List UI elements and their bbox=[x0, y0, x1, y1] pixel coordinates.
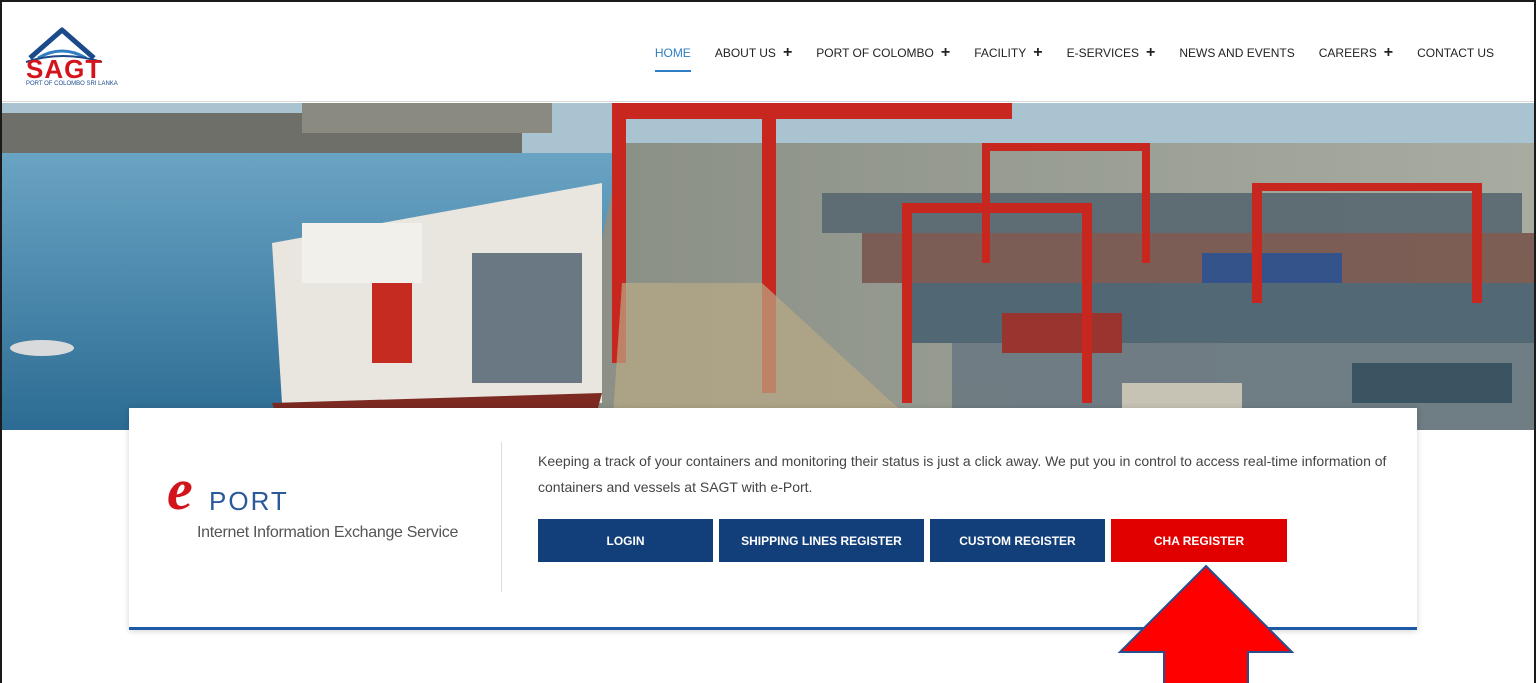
site-header: SAGT PORT OF COLOMBO SRI LANKA HOME ABOU… bbox=[2, 2, 1534, 102]
nav-port-of-colombo[interactable]: PORT OF COLOMBO + bbox=[816, 45, 950, 61]
browser-frame: SAGT PORT OF COLOMBO SRI LANKA HOME ABOU… bbox=[0, 0, 1536, 683]
nav-about-us[interactable]: ABOUT US + bbox=[715, 45, 792, 61]
nav-careers[interactable]: CAREERS + bbox=[1319, 45, 1393, 61]
nav-home[interactable]: HOME bbox=[654, 46, 691, 72]
custom-register-button[interactable]: CUSTOM REGISTER bbox=[930, 519, 1105, 562]
hero-port-image bbox=[2, 103, 1534, 430]
plus-icon[interactable]: + bbox=[783, 45, 792, 61]
plus-icon[interactable]: + bbox=[1033, 45, 1042, 61]
up-arrow-icon bbox=[1117, 564, 1295, 683]
main-nav: HOME ABOUT US + PORT OF COLOMBO + FACILITY… bbox=[631, 45, 1494, 72]
eport-logo-word: PORT bbox=[209, 486, 289, 516]
nav-facility[interactable]: FACILITY + bbox=[974, 45, 1042, 61]
action-buttons: LOGIN SHIPPING LINES REGISTER CUSTOM REG… bbox=[538, 519, 1293, 562]
eport-logo-letter: e bbox=[167, 457, 193, 522]
cha-register-button[interactable]: CHA REGISTER bbox=[1111, 519, 1287, 562]
port-scene-illustration bbox=[2, 103, 1534, 430]
login-button[interactable]: LOGIN bbox=[538, 519, 713, 562]
eport-logo: e PORT Internet Information Exchange Ser… bbox=[167, 460, 487, 558]
plus-icon[interactable]: + bbox=[941, 45, 950, 61]
plus-icon[interactable]: + bbox=[1146, 45, 1155, 61]
nav-e-services[interactable]: E-SERVICES + bbox=[1067, 45, 1156, 61]
shipping-lines-register-button[interactable]: SHIPPING LINES REGISTER bbox=[719, 519, 924, 562]
plus-icon[interactable]: + bbox=[1384, 45, 1393, 61]
nav-contact-us[interactable]: CONTACT US bbox=[1417, 46, 1494, 60]
eport-tagline: Internet Information Exchange Service bbox=[197, 524, 459, 541]
nav-news-and-events[interactable]: NEWS AND EVENTS bbox=[1179, 46, 1294, 60]
eport-description: Keeping a track of your containers and m… bbox=[538, 453, 1387, 495]
vertical-divider bbox=[501, 442, 502, 592]
logo-subtitle: PORT OF COLOMBO SRI LANKA bbox=[26, 81, 118, 87]
sagt-logo[interactable]: SAGT PORT OF COLOMBO SRI LANKA bbox=[24, 24, 124, 88]
